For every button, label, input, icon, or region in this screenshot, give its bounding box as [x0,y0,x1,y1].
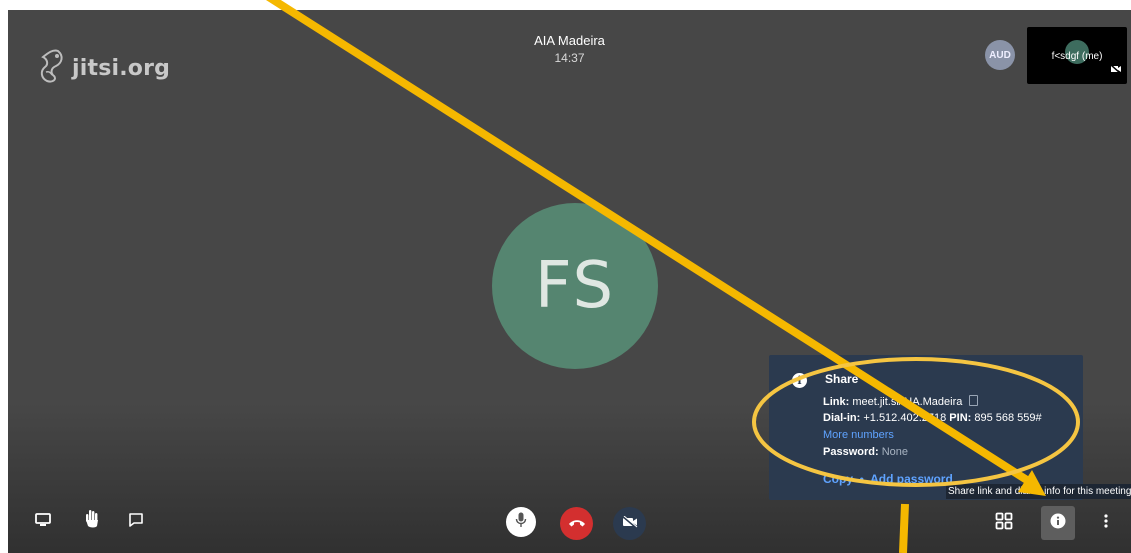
tile-view-button[interactable] [993,512,1015,534]
chat-button[interactable] [126,512,146,532]
raise-hand-icon [84,509,100,534]
meeting-info-panel: i Share Link: meet.jit.si/AIA.Madeira Di… [769,355,1083,500]
raise-hand-button[interactable] [81,509,103,534]
password-row: Password: None [823,446,908,458]
password-label: Password: [823,446,879,458]
info-tooltip: Share link and dial-in info for this mee… [946,484,1131,499]
dialin-label: Dial-in: [823,412,861,424]
more-options-icon [1104,513,1108,533]
info-panel-icon: i [792,373,807,388]
info-button[interactable] [1041,506,1075,540]
meeting-link[interactable]: meet.jit.si/AIA.Madeira [852,396,962,408]
copy-button[interactable]: Copy [823,472,853,486]
chat-icon [128,512,144,533]
main-participant-avatar: FS [492,203,658,369]
main-avatar-initials: FS [534,249,616,323]
info-panel-actions: Copy • Add password [823,472,953,486]
password-value: None [881,446,908,458]
hangup-icon [568,515,586,533]
pin-value: 895 568 559# [974,412,1042,424]
action-separator: • [859,472,864,486]
info-icon [1050,513,1066,534]
more-numbers-link[interactable]: More numbers [823,429,894,441]
dialin-number: +1.512.402.2718 [863,412,947,424]
self-thumbnail[interactable]: f<sdgf (me) [1027,27,1127,84]
meeting-time: 14:37 [554,51,585,65]
video-muted-icon [1110,60,1121,78]
microphone-icon [515,512,527,533]
camera-off-icon [621,515,638,533]
audio-participant-avatar[interactable]: AUD [985,40,1015,70]
link-label: Link: [823,396,850,408]
microphone-button[interactable] [506,507,536,537]
meeting-stage: jitsi.org AIA Madeira 14:37 AUD f<sdgf (… [8,10,1131,553]
screen-share-button[interactable] [33,512,53,532]
meeting-link-row: Link: meet.jit.si/AIA.Madeira [823,395,979,408]
hangup-button[interactable] [560,507,593,540]
camera-button[interactable] [613,507,646,540]
tile-view-icon [995,512,1013,535]
more-options-button[interactable] [1096,512,1116,534]
meeting-title: AIA Madeira [534,33,605,48]
info-panel-title: Share [825,372,859,386]
dialin-row: Dial-in: +1.512.402.2718 PIN: 895 568 55… [823,412,1042,424]
add-password-button[interactable]: Add password [870,472,953,486]
pin-label: PIN: [949,412,972,424]
copy-link-icon[interactable] [969,395,979,406]
screen-share-icon [35,512,51,532]
